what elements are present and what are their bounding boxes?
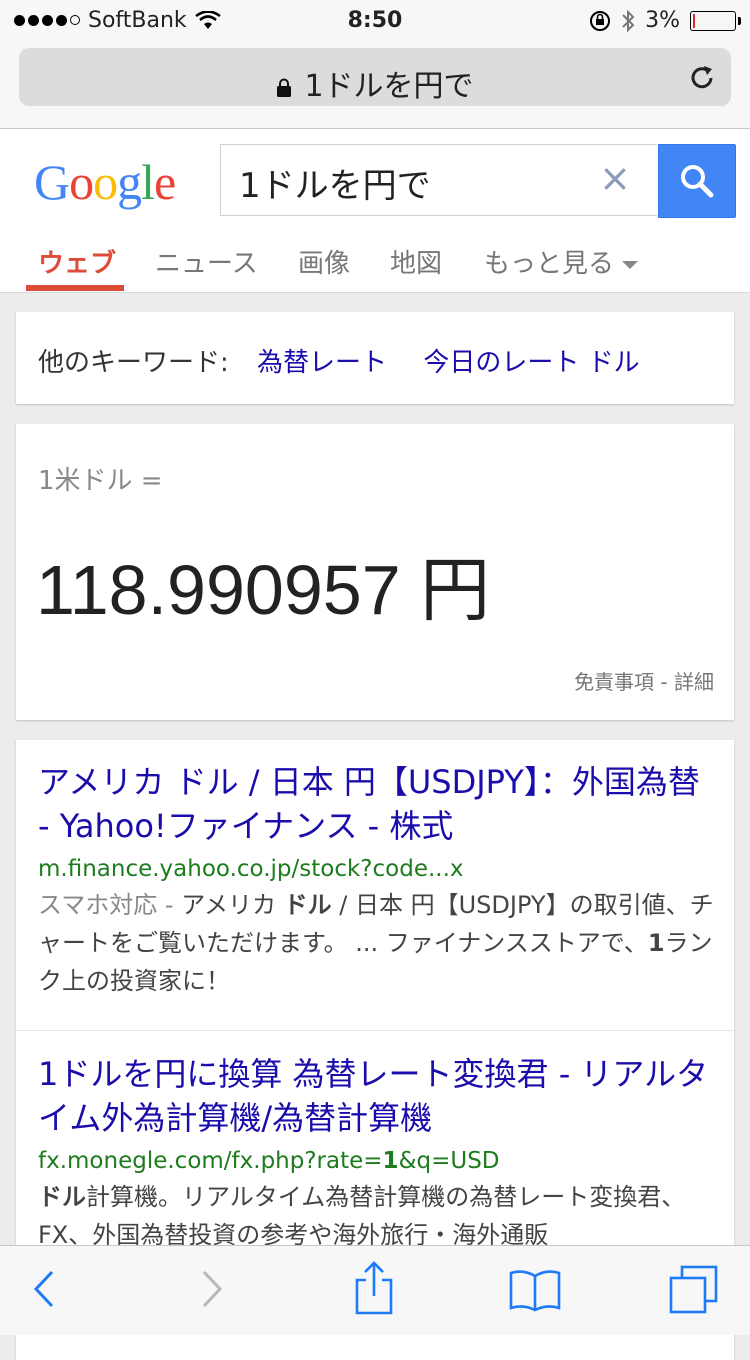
result-title-link[interactable]: 1ドルを円に換算 為替レート変換君 - リアルタイム外為計算機/為替計算機	[38, 1052, 718, 1140]
lock-icon	[277, 78, 292, 97]
logo-letter: G	[34, 154, 70, 210]
address-bar-text-wrap: 1ドルを円で	[19, 61, 731, 105]
result-snippet: スマホ対応 - アメリカ ドル / 日本 円【USDJPY】の取引値、チャートを…	[38, 886, 718, 1000]
snippet-mobile-tag: スマホ対応 -	[38, 891, 182, 919]
related-keywords-card: 他のキーワード: 為替レート 今日のレート ドル	[16, 312, 734, 404]
result-url-highlight: 1	[382, 1148, 399, 1174]
logo-letter: g	[117, 154, 142, 210]
result-url-part: fx.monegle.com/fx.php?rate=	[38, 1148, 383, 1174]
search-icon	[681, 165, 714, 198]
bluetooth-icon	[622, 9, 635, 32]
address-bar[interactable]: 1ドルを円で	[19, 48, 731, 106]
search-button[interactable]	[658, 144, 736, 218]
forward-icon[interactable]	[198, 1266, 226, 1312]
currency-conversion-card: 1米ドル = 118.990957 円 免責事項 - 詳細	[16, 424, 734, 720]
back-icon[interactable]	[30, 1266, 58, 1312]
snippet-highlight: ドル	[283, 891, 332, 919]
clear-icon[interactable]: ×	[599, 159, 631, 197]
tab-web[interactable]: ウェブ	[38, 243, 116, 280]
logo-letter: o	[69, 154, 94, 210]
keyword-link-exchange-rate[interactable]: 為替レート	[257, 348, 387, 378]
snippet-highlight: 1	[647, 929, 665, 957]
search-result: アメリカ ドル / 日本 円【USDJPY】：外国為替 - Yahoo!ファイナ…	[38, 760, 718, 1000]
tabs-icon[interactable]	[668, 1264, 720, 1316]
status-bar: SoftBank 8:50 3%	[0, 0, 750, 40]
battery-icon	[690, 10, 741, 31]
fx-disclaimer-link[interactable]: 免責事項 - 詳細	[574, 666, 714, 695]
tab-more[interactable]: もっと見る	[484, 243, 639, 280]
tab-images[interactable]: 画像	[298, 243, 350, 280]
result-title-link[interactable]: アメリカ ドル / 日本 円【USDJPY】：外国為替 - Yahoo!ファイナ…	[38, 760, 718, 848]
logo-letter: e	[154, 154, 176, 210]
search-result: 1ドルを円に換算 為替レート変換君 - リアルタイム外為計算機/為替計算機 fx…	[38, 1052, 718, 1254]
google-header: Google 1ドルを円で × ウェブ ニュース 画像 地図 もっと見る	[0, 129, 750, 293]
rotation-lock-icon	[590, 10, 611, 31]
active-tab-indicator	[26, 285, 124, 291]
snippet-text: 計算機。リアルタイム為替計算機の為替レート変換君、FX、外国為替投資の参考や海外…	[38, 1183, 686, 1249]
result-url-part: &q=USD	[398, 1148, 500, 1174]
tab-news[interactable]: ニュース	[155, 243, 258, 280]
browser-toolbar	[0, 1245, 750, 1335]
reload-icon[interactable]	[689, 62, 717, 92]
result-divider	[16, 1030, 734, 1031]
result-url: m.finance.yahoo.co.jp/stock?code...x	[38, 856, 464, 882]
related-keywords-label: 他のキーワード:	[38, 348, 229, 378]
battery-percent: 3%	[645, 8, 680, 33]
search-tabs: ウェブ ニュース 画像 地図 もっと見る	[0, 239, 750, 292]
status-right: 3%	[589, 8, 741, 33]
logo-letter: o	[93, 154, 118, 210]
snippet-highlight: ドル	[38, 1183, 86, 1211]
snippet-text: アメリカ	[181, 891, 284, 919]
address-bar-title: 1ドルを円で	[304, 69, 474, 104]
tab-more-label: もっと見る	[484, 249, 615, 279]
bookmarks-icon[interactable]	[508, 1268, 562, 1312]
search-input[interactable]: 1ドルを円で ×	[220, 144, 657, 216]
search-query: 1ドルを円で	[239, 166, 431, 206]
chevron-down-icon	[622, 260, 639, 269]
keyword-link-todays-rate[interactable]: 今日のレート ドル	[423, 348, 639, 378]
result-url: fx.monegle.com/fx.php?rate=1&q=USD	[38, 1148, 718, 1174]
google-logo[interactable]: Google	[34, 153, 176, 211]
tab-maps[interactable]: 地図	[390, 243, 442, 280]
fx-result-value: 118.990957 円	[36, 551, 491, 629]
related-keywords-row: 他のキーワード: 為替レート 今日のレート ドル	[38, 342, 640, 379]
share-icon[interactable]	[352, 1260, 396, 1316]
browser-address-bar-container: 1ドルを円で	[0, 40, 750, 129]
result-snippet: ドル計算機。リアルタイム為替計算機の為替レート変換君、FX、外国為替投資の参考や…	[38, 1178, 718, 1254]
fx-from-label: 1米ドル =	[38, 466, 163, 496]
logo-letter: l	[141, 154, 155, 210]
